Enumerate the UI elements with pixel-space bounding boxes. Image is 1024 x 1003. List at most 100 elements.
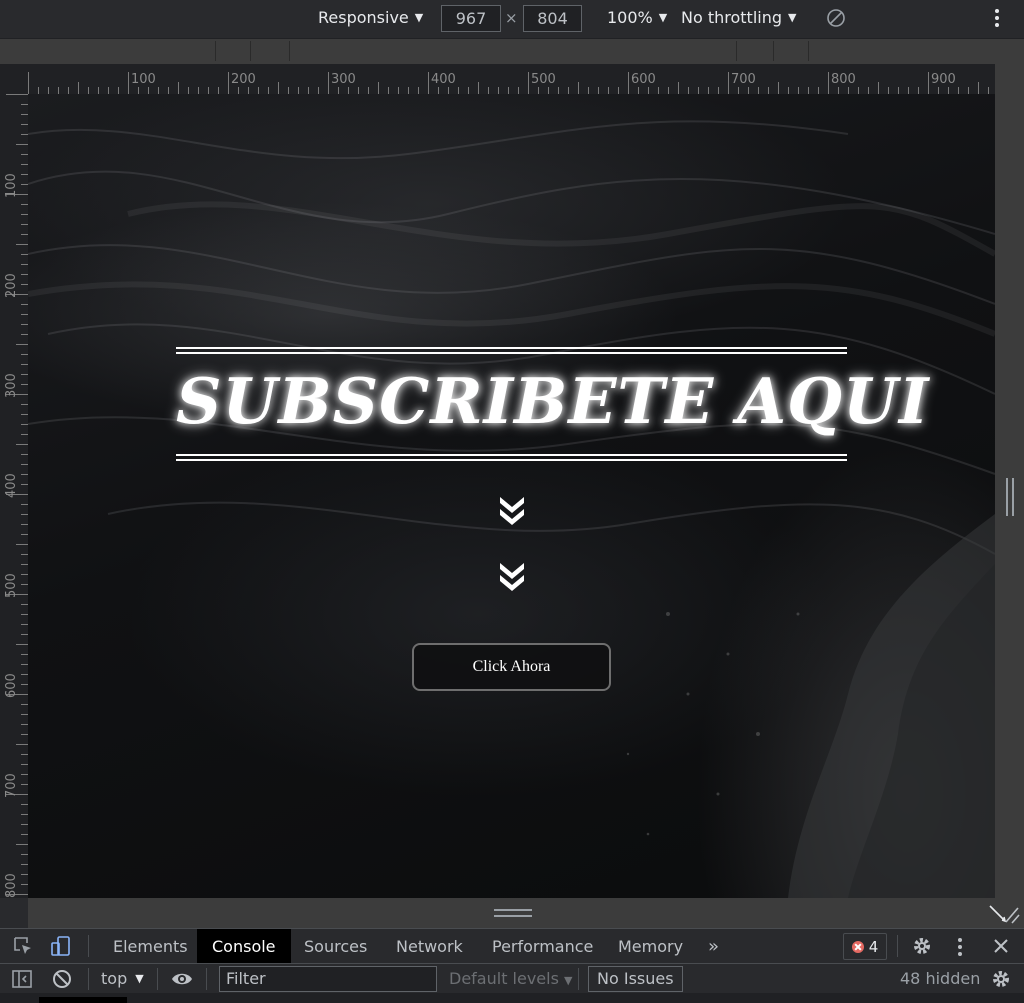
log-levels-dropdown[interactable]: Default levels ▼	[449, 966, 573, 994]
ruler-tick	[21, 314, 28, 315]
console-output-area	[0, 993, 1024, 1003]
filter-input[interactable]: Filter	[219, 966, 437, 992]
ruler-tick	[108, 87, 109, 94]
more-options-icon[interactable]	[992, 9, 1002, 29]
ruler-tick	[348, 87, 349, 94]
ruler-label: 300	[4, 373, 19, 398]
resize-handle-bottom[interactable]	[494, 909, 532, 917]
ruler-label: 400	[4, 473, 19, 498]
ruler-tick	[21, 224, 28, 225]
ruler-label: 600	[631, 72, 656, 87]
device-toggle-icon[interactable]	[50, 935, 72, 957]
width-input[interactable]: 967	[441, 5, 501, 32]
ruler-tick	[16, 844, 28, 845]
ruler-tick	[16, 244, 28, 245]
console-toolbar: top ▼ Filter Default levels ▼ No Issues …	[0, 963, 1024, 993]
title-rule-bottom	[176, 459, 847, 461]
page-viewport: SUBSCRIBETE AQUI Click Ahora	[28, 94, 995, 898]
ruler-tick	[16, 644, 28, 645]
inspect-element-icon[interactable]	[12, 935, 34, 957]
ruler-tick	[78, 82, 79, 94]
ruler-tick	[21, 834, 28, 835]
tab-console[interactable]: Console	[197, 929, 291, 964]
context-selector[interactable]: top ▼	[101, 966, 144, 992]
ruler-tick	[648, 87, 649, 94]
ruler-tick	[21, 664, 28, 665]
ruler-label: 500	[531, 72, 556, 87]
ruler-tick	[598, 87, 599, 94]
ruler-tick	[21, 234, 28, 235]
tab-memory[interactable]: Memory	[603, 929, 698, 964]
caret-down-icon: ▼	[788, 11, 797, 24]
double-chevron-down-icon	[500, 563, 524, 591]
ruler-label: 200	[231, 72, 256, 87]
zoom-label: 100%	[607, 8, 653, 27]
ruler-tick	[868, 87, 869, 94]
more-tabs-icon[interactable]: »	[693, 929, 734, 964]
zoom-dropdown[interactable]: 100% ▼	[607, 8, 667, 27]
ruler-tick	[21, 724, 28, 725]
ruler-tick	[558, 87, 559, 94]
issues-button[interactable]: No Issues	[588, 966, 683, 992]
error-count-badge[interactable]: 4	[843, 933, 887, 960]
settings-gear-icon[interactable]	[911, 935, 933, 957]
tab-elements[interactable]: Elements	[98, 929, 203, 964]
ruler-tick	[16, 444, 28, 445]
tab-network[interactable]: Network	[381, 929, 478, 964]
ruler-tick	[658, 87, 659, 94]
live-expression-eye-icon[interactable]	[171, 968, 193, 990]
sidebar-toggle-icon[interactable]	[11, 968, 33, 990]
ruler-tick	[98, 87, 99, 94]
ruler-tick	[21, 174, 28, 175]
ruler-tick	[68, 87, 69, 94]
ruler-tick	[21, 754, 28, 755]
console-settings-gear-icon[interactable]	[990, 968, 1012, 990]
ruler-tick	[328, 72, 329, 94]
ruler-tick	[718, 87, 719, 94]
ruler-tick	[578, 82, 579, 94]
ruler-tick	[21, 374, 28, 375]
ruler-tick	[678, 82, 679, 94]
rotate-icon[interactable]	[826, 8, 846, 28]
resize-corner-icon[interactable]	[988, 902, 1020, 926]
ruler-label: 900	[931, 72, 956, 87]
double-chevron-down-icon	[500, 497, 524, 525]
resize-handle-right[interactable]	[1006, 478, 1014, 516]
title-rule-top-inner	[176, 352, 847, 354]
ruler-label: 100	[131, 72, 156, 87]
ruler-tick	[21, 814, 28, 815]
tab-sources[interactable]: Sources	[289, 929, 382, 964]
ruler-tick	[16, 144, 28, 145]
ruler-tick	[278, 82, 279, 94]
ruler-tick	[888, 87, 889, 94]
ruler-tick	[158, 87, 159, 94]
tab-performance[interactable]: Performance	[477, 929, 608, 964]
ruler-tick	[21, 764, 28, 765]
ruler-tick	[958, 87, 959, 94]
ruler-tick	[568, 87, 569, 94]
ruler-tick	[608, 87, 609, 94]
ruler-tick	[638, 87, 639, 94]
caret-down-icon: ▼	[564, 974, 573, 987]
ruler-tick	[318, 87, 319, 94]
devtools-menu-icon[interactable]	[958, 938, 964, 956]
ruler-tick	[848, 87, 849, 94]
clear-console-icon[interactable]	[51, 968, 73, 990]
throttling-dropdown[interactable]: No throttling ▼	[681, 8, 796, 27]
device-mode-dropdown[interactable]: Responsive ▼	[318, 8, 423, 27]
ruler-tick	[908, 87, 909, 94]
ruler-tick	[898, 87, 899, 94]
close-icon[interactable]	[990, 935, 1012, 957]
ruler-label: 700	[731, 72, 756, 87]
ruler-tick	[21, 784, 28, 785]
ruler-tick	[28, 72, 29, 94]
height-input[interactable]: 804	[523, 5, 582, 32]
media-query-bar[interactable]	[0, 38, 1024, 64]
ruler-tick	[918, 87, 919, 94]
ruler-tick	[21, 154, 28, 155]
ruler-label: 800	[831, 72, 856, 87]
ruler-tick	[21, 574, 28, 575]
ruler-tick	[48, 87, 49, 94]
log-levels-label: Default levels	[449, 969, 559, 988]
click-ahora-button[interactable]: Click Ahora	[412, 643, 611, 691]
